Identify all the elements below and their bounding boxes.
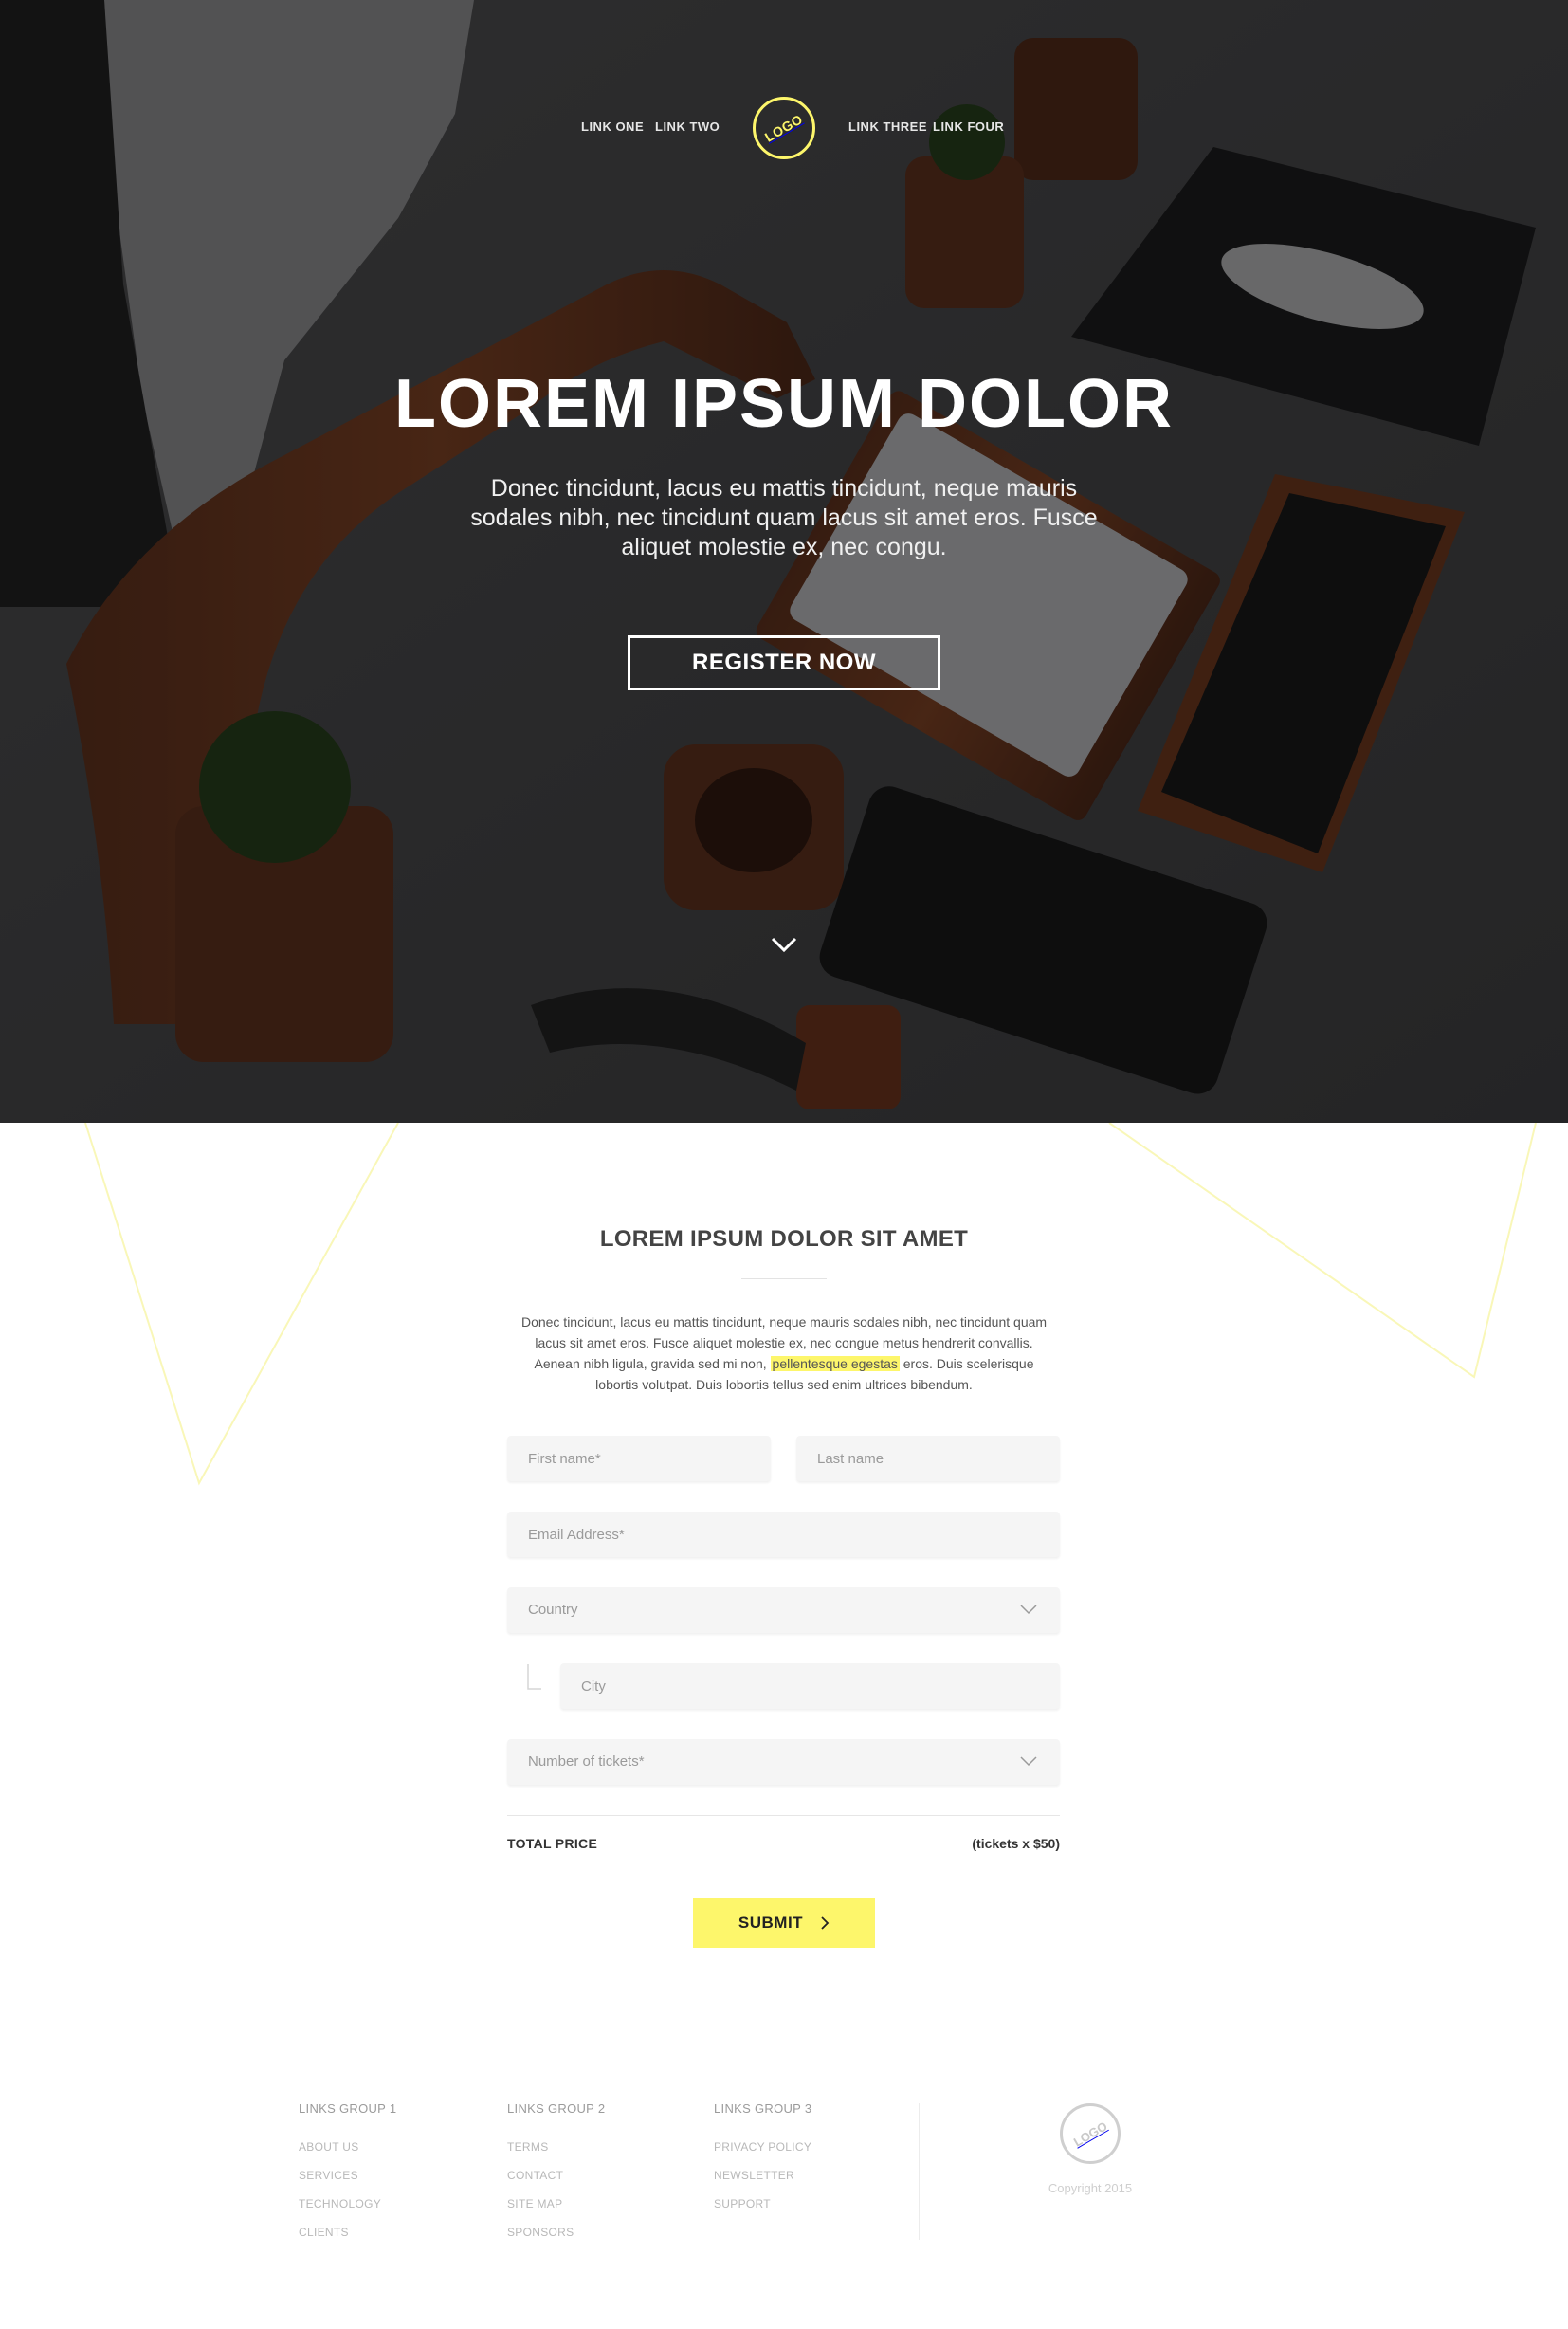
section-title: LOREM IPSUM DOLOR SIT AMET (599, 1226, 969, 1252)
footer-link-sponsors[interactable]: SPONSORS (507, 2226, 605, 2254)
copyright-text: Copyright 2015 (1048, 2181, 1133, 2195)
nav-link-two[interactable]: LINK TWO (655, 119, 720, 134)
nav-link-one[interactable]: LINK ONE (581, 119, 644, 134)
sub-field-arrow-icon (527, 1664, 541, 1690)
last-name-field[interactable] (796, 1436, 1060, 1481)
submit-label: SUBMIT (738, 1914, 804, 1932)
top-navigation: LINK ONE LINK TWO LOGO LINK THREE LINK F… (0, 95, 1568, 161)
title-divider (741, 1278, 827, 1279)
price-divider (507, 1815, 1060, 1816)
site-logo[interactable]: LOGO (753, 97, 815, 159)
footer-links-group-2: LINKS GROUP 2 TERMS CONTACT SITE MAP SPO… (507, 2101, 605, 2254)
nav-link-four[interactable]: LINK FOUR (933, 119, 1004, 134)
intro-highlight: pellentesque egestas (770, 1356, 900, 1371)
nav-link-three[interactable]: LINK THREE (848, 119, 927, 134)
footer-link-services[interactable]: SERVICES (299, 2169, 396, 2197)
footer-link-newsletter[interactable]: NEWSLETTER (714, 2169, 811, 2197)
chevron-right-icon (821, 1916, 830, 1930)
intro-paragraph: Donec tincidunt, lacus eu mattis tincidu… (519, 1311, 1049, 1395)
footer-link-site-map[interactable]: SITE MAP (507, 2197, 605, 2226)
footer-links-group-1: LINKS GROUP 1 ABOUT US SERVICES TECHNOLO… (299, 2101, 396, 2254)
footer-link-technology[interactable]: TECHNOLOGY (299, 2197, 396, 2226)
first-name-field[interactable] (507, 1436, 771, 1481)
tickets-select-label: Number of tickets* (528, 1753, 645, 1770)
logo-text: LOGO (762, 111, 806, 145)
submit-button[interactable]: SUBMIT (693, 1898, 875, 1948)
footer-link-clients[interactable]: CLIENTS (299, 2226, 396, 2254)
chevron-down-icon[interactable] (770, 935, 798, 954)
country-select-label: Country (528, 1602, 578, 1618)
email-field[interactable] (507, 1512, 1060, 1557)
chevron-down-icon (1020, 1756, 1037, 1767)
hero-title: LOREM IPSUM DOLOR (394, 366, 1174, 442)
register-now-button[interactable]: REGISTER NOW (628, 635, 940, 690)
footer-link-support[interactable]: SUPPORT (714, 2197, 811, 2226)
footer-logo[interactable]: LOGO (1060, 2103, 1121, 2164)
footer-group-heading: LINKS GROUP 2 (507, 2101, 606, 2116)
footer-link-privacy-policy[interactable]: PRIVACY POLICY (714, 2140, 811, 2169)
country-select[interactable]: Country (507, 1587, 1060, 1633)
hero-subtitle: Donec tincidunt, lacus eu mattis tincidu… (470, 475, 1098, 560)
footer-group-heading: LINKS GROUP 3 (714, 2101, 812, 2116)
footer-vertical-divider (919, 2103, 920, 2240)
total-price-value: (tickets x $50) (972, 1836, 1060, 1851)
footer-link-terms[interactable]: TERMS (507, 2140, 605, 2169)
city-field[interactable] (560, 1663, 1060, 1709)
chevron-down-icon (1020, 1605, 1037, 1615)
footer-group-heading: LINKS GROUP 1 (299, 2101, 397, 2116)
tickets-select[interactable]: Number of tickets* (507, 1739, 1060, 1785)
footer-logo-text: LOGO (1070, 2118, 1110, 2150)
footer-link-about-us[interactable]: ABOUT US (299, 2140, 396, 2169)
total-price-label: TOTAL PRICE (507, 1836, 598, 1851)
footer-link-contact[interactable]: CONTACT (507, 2169, 605, 2197)
hero-section: LINK ONE LINK TWO LOGO LINK THREE LINK F… (0, 0, 1568, 1123)
footer-links-group-3: LINKS GROUP 3 PRIVACY POLICY NEWSLETTER … (714, 2101, 811, 2226)
